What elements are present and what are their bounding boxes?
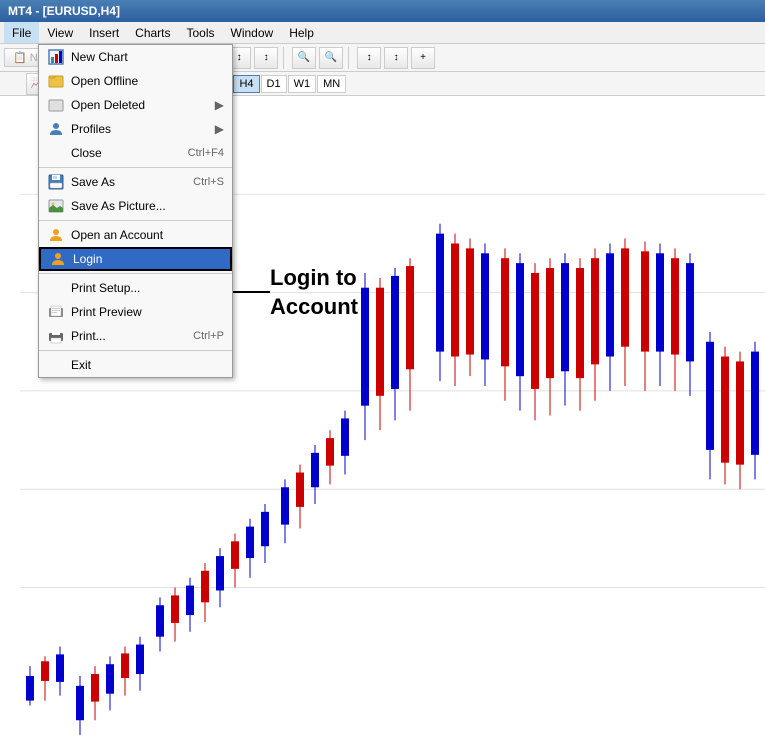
save-as-picture-icon <box>47 197 65 215</box>
toolbar-btn-2[interactable]: ↕ <box>254 47 278 69</box>
login-label: Login <box>73 252 222 266</box>
menu-exit[interactable]: Exit <box>39 353 232 377</box>
new-chart-icon <box>47 48 65 66</box>
save-as-shortcut: Ctrl+S <box>193 176 224 188</box>
profiles-label: Profiles <box>71 122 215 136</box>
annotation: Login toAccount <box>270 264 358 321</box>
tf-d1[interactable]: D1 <box>261 75 287 93</box>
close-icon <box>47 144 65 162</box>
menu-open-offline[interactable]: Open Offline <box>39 69 232 93</box>
open-deleted-arrow: ▶ <box>215 98 224 112</box>
profiles-icon <box>47 120 65 138</box>
toolbar-btn-5[interactable]: ↕ <box>357 47 381 69</box>
open-offline-icon <box>47 72 65 90</box>
menu-open-deleted[interactable]: Open Deleted ▶ <box>39 93 232 117</box>
new-chart-label: New Chart <box>71 50 224 64</box>
separator-3 <box>39 273 232 274</box>
menu-close[interactable]: Close Ctrl+F4 <box>39 141 232 165</box>
zoom-in-button[interactable]: 🔍 <box>292 47 316 69</box>
file-dropdown-menu: New Chart Open Offline Open Deleted ▶ Pr… <box>38 44 233 378</box>
open-account-icon <box>47 226 65 244</box>
menu-print-preview[interactable]: Print Preview <box>39 300 232 324</box>
print-icon <box>47 327 65 345</box>
menu-charts[interactable]: Charts <box>127 22 178 43</box>
menu-profiles[interactable]: Profiles ▶ <box>39 117 232 141</box>
print-shortcut: Ctrl+P <box>193 330 224 342</box>
tf-mn[interactable]: MN <box>317 75 346 93</box>
print-label: Print... <box>71 329 193 343</box>
profiles-arrow: ▶ <box>215 122 224 136</box>
menu-print[interactable]: Print... Ctrl+P <box>39 324 232 348</box>
menu-tools[interactable]: Tools <box>179 22 223 43</box>
save-as-label: Save As <box>71 175 193 189</box>
open-deleted-icon <box>47 96 65 114</box>
print-preview-icon <box>47 303 65 321</box>
save-as-icon <box>47 173 65 191</box>
open-deleted-label: Open Deleted <box>71 98 215 112</box>
print-setup-icon <box>47 279 65 297</box>
zoom-out-button[interactable]: 🔍 <box>319 47 343 69</box>
close-shortcut: Ctrl+F4 <box>188 147 224 159</box>
menu-insert[interactable]: Insert <box>81 22 127 43</box>
open-offline-label: Open Offline <box>71 74 224 88</box>
menu-help[interactable]: Help <box>281 22 322 43</box>
new-order-icon: 📋 <box>13 52 27 64</box>
menu-window[interactable]: Window <box>223 22 282 43</box>
menu-bar: File View Insert Charts Tools Window Hel… <box>0 22 765 44</box>
menu-new-chart[interactable]: New Chart <box>39 45 232 69</box>
toolbar-separator-3 <box>283 47 287 69</box>
login-icon <box>49 250 67 268</box>
separator-1 <box>39 167 232 168</box>
menu-login[interactable]: Login <box>39 247 232 271</box>
print-preview-label: Print Preview <box>71 305 224 319</box>
menu-view[interactable]: View <box>39 22 81 43</box>
menu-save-as-picture[interactable]: Save As Picture... <box>39 194 232 218</box>
menu-print-setup[interactable]: Print Setup... <box>39 276 232 300</box>
menu-file[interactable]: File <box>4 22 39 43</box>
tf-h4[interactable]: H4 <box>233 75 259 93</box>
tf-w1[interactable]: W1 <box>288 75 317 93</box>
annotation-text: Login toAccount <box>270 264 358 321</box>
toolbar-btn-6[interactable]: ↕ <box>384 47 408 69</box>
menu-save-as[interactable]: Save As Ctrl+S <box>39 170 232 194</box>
menu-open-account[interactable]: Open an Account <box>39 223 232 247</box>
title-bar: MT4 - [EURUSD,H4] <box>0 0 765 22</box>
separator-4 <box>39 350 232 351</box>
toolbar-btn-7[interactable]: + <box>411 47 435 69</box>
exit-icon <box>47 356 65 374</box>
separator-2 <box>39 220 232 221</box>
save-as-picture-label: Save As Picture... <box>71 199 224 213</box>
close-label: Close <box>71 146 188 160</box>
title-text: MT4 - [EURUSD,H4] <box>8 4 120 18</box>
toolbar-separator-4 <box>348 47 352 69</box>
print-setup-label: Print Setup... <box>71 281 224 295</box>
open-account-label: Open an Account <box>71 228 224 242</box>
exit-label: Exit <box>71 358 224 372</box>
